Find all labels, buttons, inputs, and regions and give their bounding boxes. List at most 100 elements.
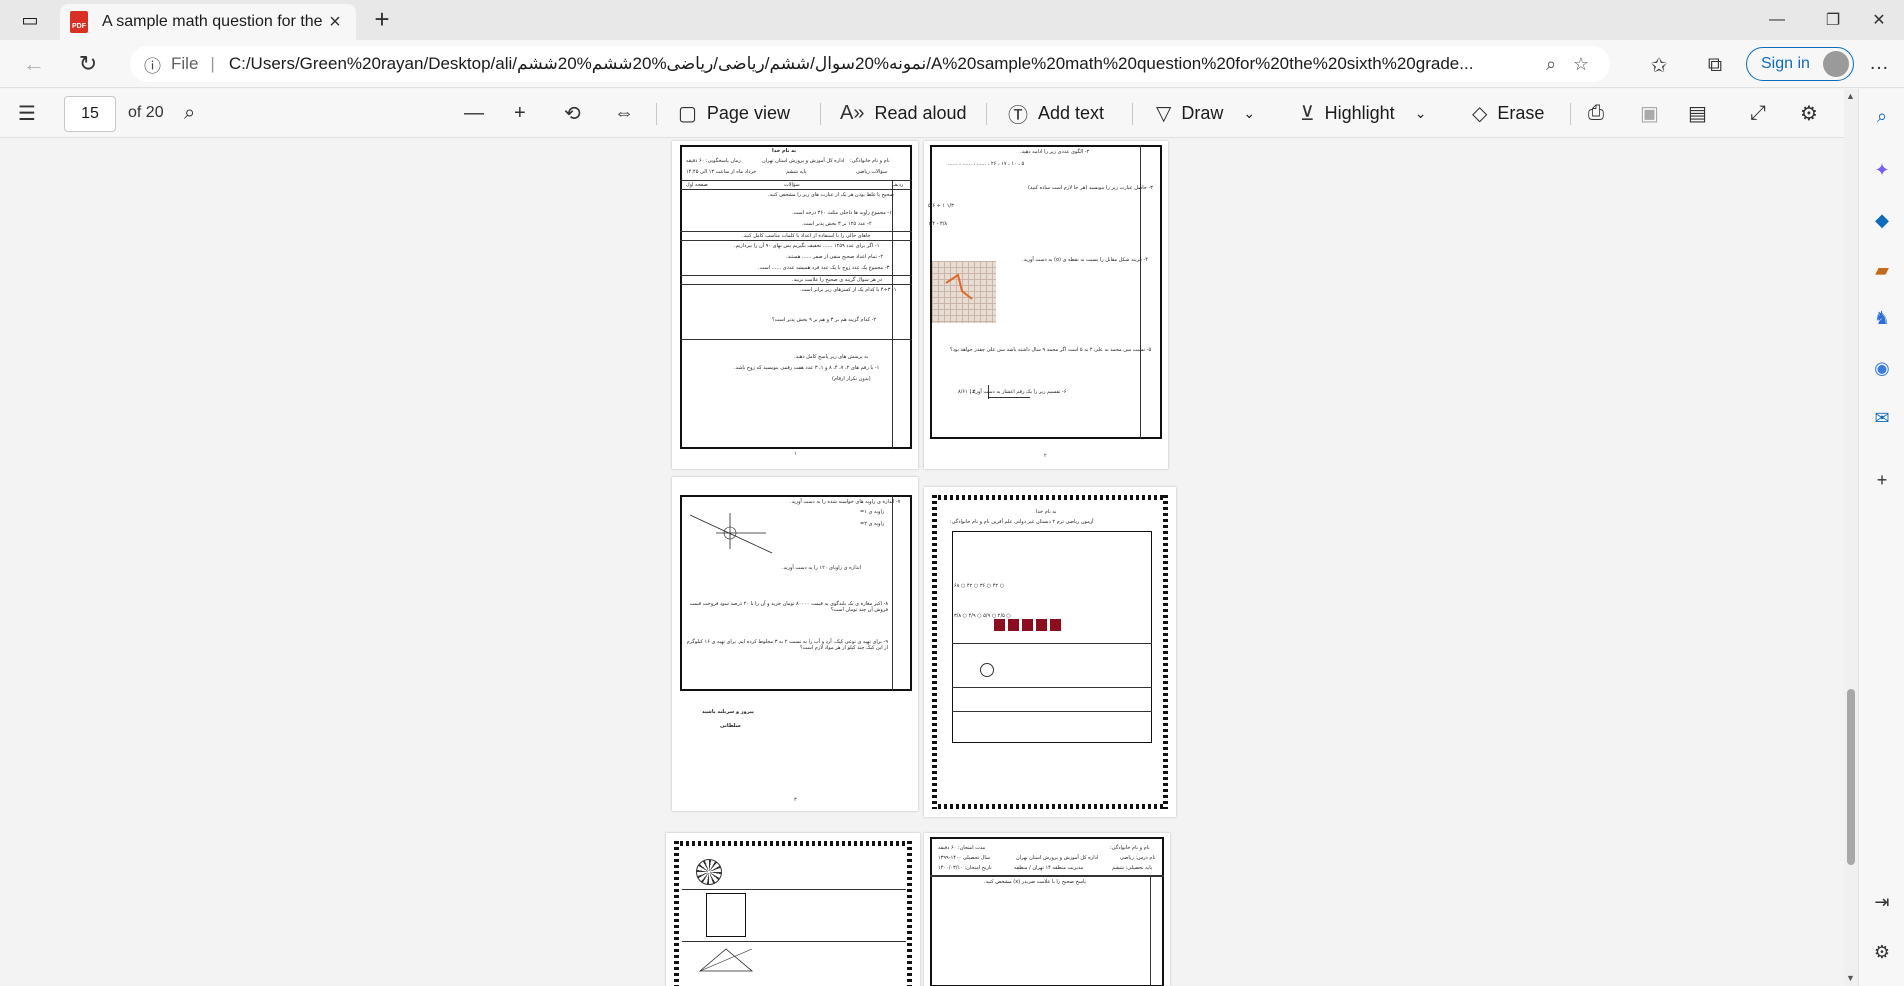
save-as-icon[interactable]: ▤	[1688, 98, 1717, 128]
url-field[interactable]: ⓘ File | C:/Users/Green%20rayan/Desktop/…	[130, 46, 1610, 82]
divider	[682, 941, 906, 942]
highlight-chevron-down-icon[interactable]: ⌄	[1415, 105, 1427, 122]
add-text-button[interactable]: Ⓣ Add text	[1008, 98, 1104, 128]
pdf-toolbar: ☰ 15 of 20 ⌕ — + ⟲ ⇔ ▢ Page view A» Read a…	[0, 89, 1844, 138]
column-questions-label: سؤالات	[784, 182, 800, 188]
divider	[680, 231, 912, 232]
division-bar	[988, 385, 989, 399]
fraction-expression: ۵/۶ ÷ ۱ ۱/۳	[928, 203, 954, 209]
sign-in-label: Sign in	[1761, 55, 1810, 72]
refresh-icon[interactable]: ↻	[70, 48, 106, 80]
toolbar-divider	[986, 103, 987, 125]
add-favorite-icon[interactable]: ☆	[1566, 54, 1596, 75]
zoom-out-icon[interactable]: —	[464, 98, 494, 128]
decorative-border-top	[932, 495, 1168, 500]
restore-icon[interactable]: ❐	[1810, 4, 1856, 36]
copilot-icon[interactable]: ✦	[1869, 157, 1895, 183]
draw-button[interactable]: ▽ Draw ⌄	[1156, 98, 1255, 128]
games-icon[interactable]: ♞	[1869, 305, 1895, 331]
print-icon[interactable]: ⎙	[1588, 98, 1614, 128]
close-window-icon[interactable]: ✕	[1856, 4, 1902, 36]
pdf-page-6[interactable]: نام و نام خانوادگی: نام درس: ریاضی پایه …	[924, 833, 1170, 986]
divider	[680, 189, 912, 190]
pdf-page-1[interactable]: به نام خدا نام و نام خانوادگی: اداره کل …	[672, 141, 918, 469]
row-divider	[892, 495, 893, 691]
add-icon[interactable]: +	[1869, 467, 1895, 493]
fit-width-icon[interactable]: ⇔	[614, 98, 644, 128]
hide-sidebar-icon[interactable]: ⇥	[1869, 889, 1895, 915]
save-icon[interactable]: ▣	[1640, 98, 1669, 128]
page-total: of 20	[128, 104, 164, 121]
question-c1: ۱- ۳÷۴ با کدام یک از کسرهای زیر برابر اس…	[800, 287, 897, 293]
tab-actions-icon[interactable]: ▭	[8, 6, 52, 34]
triangle-figure	[698, 948, 754, 972]
page-frame	[680, 145, 912, 449]
scrollbar-thumb[interactable]	[1847, 689, 1855, 865]
active-tab[interactable]: PDF A sample math question for the sixth…	[60, 4, 356, 40]
question-6: ۶- تقسیم زیر را یک رقم اعشار به دست آوری…	[970, 389, 1067, 395]
pdf-page-5[interactable]	[666, 833, 920, 986]
toolbar-divider	[1132, 103, 1133, 125]
search-icon[interactable]: ⌕	[1869, 103, 1895, 129]
wheel-figure	[696, 859, 722, 885]
question-3: ۳- حاصل عبارت زیر را بنویسید (هر جا لازم…	[1028, 185, 1153, 191]
collections-icon[interactable]: ⧉	[1700, 52, 1730, 78]
page-view-button[interactable]: ▢ Page view	[678, 98, 790, 128]
outlook-icon[interactable]: ✉	[1869, 405, 1895, 431]
sign-in-button[interactable]: Sign in	[1746, 47, 1854, 81]
contents-icon[interactable]: ☰	[18, 98, 46, 128]
microsoft365-icon[interactable]: ◉	[1869, 355, 1895, 381]
url-text[interactable]: C:/Users/Green%20rayan/Desktop/ali/نمونه…	[229, 54, 1536, 74]
angle-1-label: زاویه ی ۱=	[860, 509, 885, 515]
draw-chevron-down-icon[interactable]: ⌄	[1243, 105, 1255, 122]
minimize-icon[interactable]: —	[1754, 4, 1800, 36]
divider	[680, 275, 912, 276]
divider	[680, 180, 912, 181]
more-options-icon[interactable]: …	[1864, 52, 1894, 76]
settings-gear-icon[interactable]: ⚙	[1800, 98, 1828, 128]
question-a1: ۱- مجموع زاویه ها داخلی مثلث ۳۶۰ درجه اس…	[792, 210, 892, 216]
question-7b: اندازه ی زاویای ۱۲۰ را به دست آورید.	[782, 565, 862, 571]
subject-text: نام درس: ریاضی	[1120, 855, 1156, 861]
division-line	[988, 397, 1030, 398]
scroll-down-icon[interactable]: ▼	[1846, 973, 1855, 983]
shopping-icon[interactable]: ◆	[1869, 207, 1895, 233]
erase-button[interactable]: ◇ Erase	[1472, 98, 1544, 128]
page-number-input[interactable]: 15	[64, 96, 116, 132]
angle-diagram	[689, 513, 773, 554]
zoom-in-icon[interactable]: +	[514, 98, 536, 128]
info-icon[interactable]: ⓘ	[144, 52, 161, 77]
pdf-viewer[interactable]: به نام خدا نام و نام خانوادگی: اداره کل …	[0, 139, 1844, 986]
tools-icon[interactable]: ▰	[1869, 257, 1895, 283]
decorative-border-right	[907, 841, 912, 986]
divider	[930, 875, 1164, 877]
draw-label: Draw	[1181, 102, 1224, 123]
rotate-icon[interactable]: ⟲	[564, 98, 591, 128]
pdf-page-2[interactable]: ۲- الگوی عددی زیر را ادامه دهید. ۵ ، ۱۰ …	[924, 141, 1168, 469]
pdf-page-4[interactable]: به نام خدا آزمون ریاضی ترم ۲ دبستان غیر …	[924, 487, 1176, 817]
tab-strip: ▭ PDF A sample math question for the six…	[0, 0, 1904, 40]
question-d1: ۱- با رقم های ۲، ۷، ۴، ۸ و ۱، ۳ عدد هفت …	[734, 365, 880, 371]
duration-text: زمان پاسخگویی: ۶۰ دقیقه	[686, 158, 741, 164]
read-aloud-button[interactable]: A» Read aloud	[840, 98, 967, 128]
zoom-icon[interactable]: ⌕	[1536, 54, 1566, 75]
vertical-scrollbar[interactable]: ▲ ▼	[1844, 89, 1858, 986]
find-icon[interactable]: ⌕	[184, 98, 205, 128]
org-text: اداره کل آموزش و پرورش استان تهران	[1016, 855, 1099, 861]
highlight-icon: ⊻	[1300, 102, 1315, 125]
full-screen-icon[interactable]: ⤢	[1750, 98, 1776, 128]
name-label: نام و نام خانوادگی:	[1110, 845, 1150, 851]
highlight-button[interactable]: ⊻ Highlight ⌄	[1300, 98, 1426, 128]
sidebar-settings-icon[interactable]: ⚙	[1869, 939, 1895, 965]
new-tab-icon[interactable]: +	[368, 6, 396, 34]
date-text: تاریخ امتحان: ۱۴۰۰/۰۳/۱۰	[938, 865, 992, 871]
scroll-up-icon[interactable]: ▲	[1846, 91, 1855, 101]
decorative-border-bottom	[932, 804, 1168, 809]
favorites-icon[interactable]: ✩	[1644, 52, 1674, 78]
symmetry-grid-image	[932, 261, 996, 323]
page-number: ۳	[794, 797, 797, 803]
pdf-page-3[interactable]: ۷- اندازه ی زاویه های خواسته شده را به د…	[672, 477, 918, 811]
close-tab-icon[interactable]: ×	[324, 11, 346, 34]
add-text-label: Add text	[1038, 102, 1105, 123]
back-icon[interactable]: ←	[16, 48, 52, 80]
